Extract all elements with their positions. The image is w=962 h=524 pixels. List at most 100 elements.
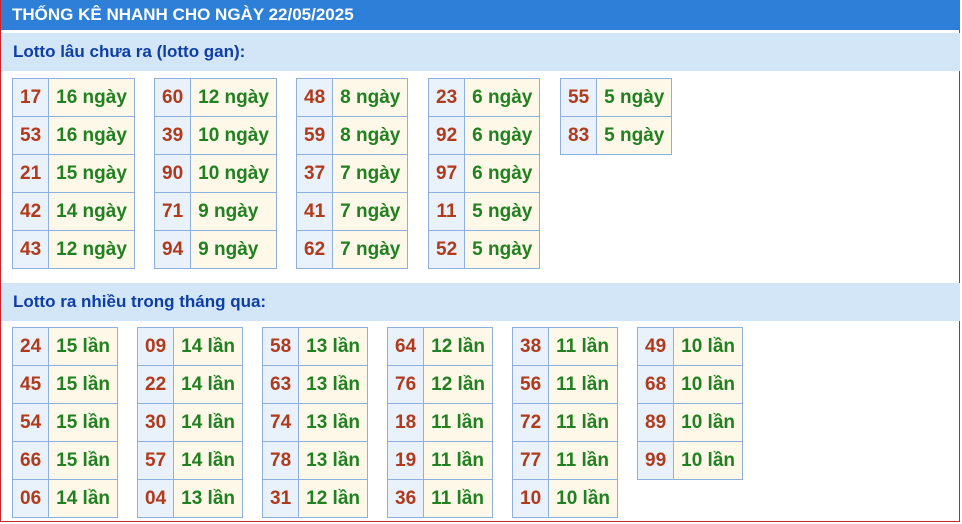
lotto-number: 63 xyxy=(261,365,300,404)
lotto-count: 7 ngày xyxy=(332,230,409,269)
lotto-number: 48 xyxy=(295,78,334,117)
table-row: 49 10 lần xyxy=(636,327,744,366)
lotto-number: 76 xyxy=(386,365,425,404)
lotto-number: 36 xyxy=(386,479,425,518)
table-row: 60 12 ngày xyxy=(153,78,277,117)
lotto-table: 48 8 ngày 59 8 ngày 37 7 ngày 41 7 ngày 62 7 ngày xyxy=(295,78,409,269)
lotto-table: 24 15 lần 45 15 lần 54 15 lần 66 15 lần 06 14 lần xyxy=(11,327,119,518)
table-row: 42 14 ngày xyxy=(11,192,135,231)
table-row: 92 6 ngày xyxy=(427,116,541,155)
lotto-number: 41 xyxy=(295,192,334,231)
lotto-count: 6 ngày xyxy=(464,78,541,117)
lotto-count: 5 ngày xyxy=(464,192,541,231)
lotto-count: 11 lần xyxy=(423,441,494,480)
table-row: 41 7 ngày xyxy=(295,192,409,231)
lotto-count: 15 lần xyxy=(48,327,119,366)
lotto-number: 24 xyxy=(11,327,50,366)
lotto-table: 60 12 ngày 39 10 ngày 90 10 ngày 71 9 ngày 94 9 n… xyxy=(153,78,277,269)
lotto-number: 42 xyxy=(11,192,50,231)
lotto-count: 12 lần xyxy=(423,365,494,404)
table-row: 64 12 lần xyxy=(386,327,494,366)
lotto-number: 10 xyxy=(511,479,550,518)
lotto-number: 92 xyxy=(427,116,466,155)
table-row: 04 13 lần xyxy=(136,479,244,518)
lotto-count: 15 lần xyxy=(48,441,119,480)
lotto-number: 54 xyxy=(11,403,50,442)
table-row: 38 11 lần xyxy=(511,327,619,366)
lotto-count: 10 lần xyxy=(548,479,619,518)
lotto-number: 64 xyxy=(386,327,425,366)
table-row: 66 15 lần xyxy=(11,441,119,480)
lotto-count: 8 ngày xyxy=(332,116,409,155)
table-row: 21 15 ngày xyxy=(11,154,135,193)
lotto-count: 11 lần xyxy=(548,441,619,480)
table-row: 18 11 lần xyxy=(386,403,494,442)
lotto-count: 12 lần xyxy=(298,479,369,518)
lotto-count: 11 lần xyxy=(423,403,494,442)
table-row: 89 10 lần xyxy=(636,403,744,442)
table-row: 23 6 ngày xyxy=(427,78,541,117)
page-title: THỐNG KÊ NHANH CHO NGÀY 22/05/2025 xyxy=(1,0,960,30)
lotto-count: 15 lần xyxy=(48,365,119,404)
table-row: 52 5 ngày xyxy=(427,230,541,269)
lotto-number: 52 xyxy=(427,230,466,269)
lotto-count: 11 lần xyxy=(423,479,494,518)
table-row: 68 10 lần xyxy=(636,365,744,404)
lotto-table: 23 6 ngày 92 6 ngày 97 6 ngày 11 5 ngày 52 5 ngày xyxy=(427,78,541,269)
lotto-number: 68 xyxy=(636,365,675,404)
lotto-count: 12 lần xyxy=(423,327,494,366)
lotto-count: 5 ngày xyxy=(596,78,673,117)
lotto-number: 23 xyxy=(427,78,466,117)
lotto-number: 59 xyxy=(295,116,334,155)
lotto-count: 8 ngày xyxy=(332,78,409,117)
lotto-count: 10 lần xyxy=(673,327,744,366)
lotto-count: 13 lần xyxy=(298,441,369,480)
lotto-number: 04 xyxy=(136,479,175,518)
lotto-number: 43 xyxy=(11,230,50,269)
lotto-count: 12 ngày xyxy=(48,230,135,269)
lotto-count: 11 lần xyxy=(548,327,619,366)
lotto-table: 17 16 ngày 53 16 ngày 21 15 ngày 42 14 ngày 43 12… xyxy=(11,78,135,269)
lotto-number: 83 xyxy=(559,116,598,155)
lotto-number: 38 xyxy=(511,327,550,366)
table-row: 17 16 ngày xyxy=(11,78,135,117)
lotto-number: 78 xyxy=(261,441,300,480)
table-row: 76 12 lần xyxy=(386,365,494,404)
lotto-count: 11 lần xyxy=(548,365,619,404)
table-row: 06 14 lần xyxy=(11,479,119,518)
lotto-number: 55 xyxy=(559,78,598,117)
lotto-count: 10 lần xyxy=(673,365,744,404)
table-row: 19 11 lần xyxy=(386,441,494,480)
table-row: 11 5 ngày xyxy=(427,192,541,231)
lotto-number: 19 xyxy=(386,441,425,480)
table-row: 77 11 lần xyxy=(511,441,619,480)
table-row: 56 11 lần xyxy=(511,365,619,404)
table-row: 09 14 lần xyxy=(136,327,244,366)
table-row: 78 13 lần xyxy=(261,441,369,480)
lotto-number: 30 xyxy=(136,403,175,442)
table-row: 57 14 lần xyxy=(136,441,244,480)
lotto-number: 45 xyxy=(11,365,50,404)
lotto-number: 90 xyxy=(153,154,192,193)
lotto-count: 7 ngày xyxy=(332,192,409,231)
lotto-count: 14 lần xyxy=(173,365,244,404)
table-row: 48 8 ngày xyxy=(295,78,409,117)
table-row: 94 9 ngày xyxy=(153,230,277,269)
table-row: 10 10 lần xyxy=(511,479,619,518)
lotto-number: 17 xyxy=(11,78,50,117)
lotto-count: 16 ngày xyxy=(48,116,135,155)
lotto-number: 97 xyxy=(427,154,466,193)
lotto-number: 37 xyxy=(295,154,334,193)
lotto-count: 14 lần xyxy=(173,327,244,366)
lotto-number: 11 xyxy=(427,192,466,231)
lotto-count: 11 lần xyxy=(548,403,619,442)
table-row: 37 7 ngày xyxy=(295,154,409,193)
lotto-count: 14 lần xyxy=(173,441,244,480)
lotto-number: 56 xyxy=(511,365,550,404)
lotto-count: 6 ngày xyxy=(464,116,541,155)
lotto-count: 7 ngày xyxy=(332,154,409,193)
table-row: 63 13 lần xyxy=(261,365,369,404)
lotto-number: 66 xyxy=(11,441,50,480)
table-row: 99 10 lần xyxy=(636,441,744,480)
table-row: 97 6 ngày xyxy=(427,154,541,193)
